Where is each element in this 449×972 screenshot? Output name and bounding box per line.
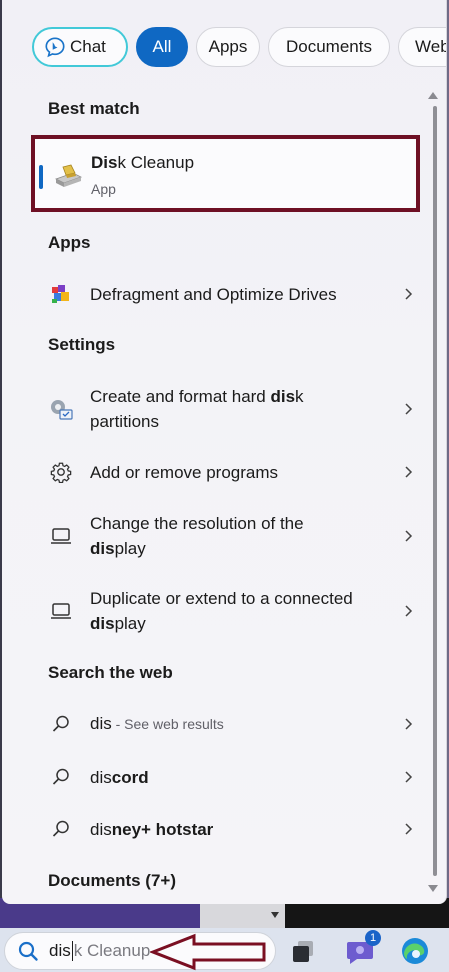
web-result-label: disney+ hotstar [90,817,416,842]
settings-result-label: Add or remove programs [90,462,279,482]
chevron-right-icon[interactable] [400,821,416,837]
search-the-web-heading: Search the web [48,663,173,682]
selection-indicator [39,165,43,189]
annotation-arrow [150,933,266,971]
label-part: Duplicate or extend to a connected [90,589,353,608]
best-match-heading: Best match [48,99,140,118]
label-completion: ney+ hotstar [111,819,214,839]
search-icon [48,764,74,790]
web-result-discord[interactable]: discord [48,764,416,790]
label-completion: cord [111,767,149,787]
chevron-right-icon[interactable] [400,716,416,732]
filter-all-label: All [152,37,172,56]
label-part: play [114,614,146,633]
filter-web-label: Web [415,37,447,56]
chevron-right-icon[interactable] [400,401,416,417]
best-match-app-name: Disk Cleanup [91,153,194,173]
disk-management-icon [48,396,74,422]
app-name-rest: k Cleanup [117,153,195,172]
label-part: partitions [90,412,159,431]
filter-documents-label: Documents [286,37,372,56]
label-match: dis [90,614,115,633]
defragment-icon [48,281,74,307]
text-cursor [71,941,73,961]
notification-badge: 1 [365,930,381,946]
best-match-result-disk-cleanup[interactable]: Disk Cleanup App [31,135,420,212]
laptop-icon [48,598,74,624]
filter-documents[interactable]: Documents [268,27,390,67]
chevron-right-icon[interactable] [400,603,416,619]
scroll-down-arrow-icon[interactable] [428,885,438,892]
dropdown-caret-icon [271,912,279,918]
label-match: dis [90,539,115,558]
web-result-label: dis - See web results [90,711,416,737]
scrollbar-thumb[interactable] [433,106,437,876]
label-part: k [295,387,304,406]
filter-apps[interactable]: Apps [196,27,260,67]
label-part: Create and format hard [90,387,271,406]
settings-result-change-resolution[interactable]: Change the resolution of the display [48,511,416,561]
web-result-hint: - See web results [111,716,224,732]
documents-heading: Documents (7+) [48,871,176,890]
chevron-right-icon[interactable] [400,464,416,480]
app-result-label: Defragment and Optimize Drives [90,284,337,304]
search-suggestion-text: k Cleanup [73,941,151,960]
label-part: play [114,539,146,558]
settings-result-label: Change the resolution of the display [90,511,416,561]
search-icon [18,941,38,961]
filter-chat-label: Chat [70,37,106,56]
settings-result-add-remove-programs[interactable]: Add or remove programs [48,459,416,485]
label-part: dis [90,819,112,839]
chevron-right-icon[interactable] [400,286,416,302]
best-match-app-type: App [91,181,116,197]
label-match: dis [90,714,112,733]
filter-apps-label: Apps [208,37,248,56]
app-result-defragment[interactable]: Defragment and Optimize Drives [48,281,416,307]
task-view-icon[interactable] [288,934,322,968]
laptop-icon [48,523,74,549]
apps-heading: Apps [48,233,91,252]
label-match: dis [270,387,296,406]
bing-chat-icon [45,37,65,58]
search-icon [48,711,74,737]
settings-heading: Settings [48,335,116,354]
search-typed-text: dis [49,941,71,960]
disk-cleanup-icon [54,164,83,187]
web-result-dis[interactable]: dis - See web results [48,711,416,737]
settings-result-duplicate-extend-display[interactable]: Duplicate or extend to a connected displ… [48,586,416,636]
scroll-up-arrow-icon[interactable] [428,92,438,99]
chevron-right-icon[interactable] [400,769,416,785]
app-name-match: Dis [91,153,118,172]
edge-browser-icon[interactable] [398,934,432,968]
gear-icon [48,459,74,485]
filter-web[interactable]: Web [398,27,447,67]
search-results-panel: Chat All Apps Documents Web Best match D… [2,0,447,904]
filter-all[interactable]: All [136,27,188,67]
settings-result-label: Duplicate or extend to a connected displ… [90,586,416,636]
filter-chat[interactable]: Chat [32,27,128,67]
settings-result-create-format-partitions[interactable]: Create and format hard disk partitions [48,384,416,434]
chevron-right-icon[interactable] [400,528,416,544]
settings-result-label: Create and format hard disk partitions [90,384,416,434]
web-result-label: discord [90,765,416,790]
label-part: dis [90,767,112,787]
search-filter-bar: Chat All Apps Documents Web [32,26,447,68]
search-icon [48,816,74,842]
label-part: Change the resolution of the [90,514,304,533]
web-result-disney-hotstar[interactable]: disney+ hotstar [48,816,416,842]
